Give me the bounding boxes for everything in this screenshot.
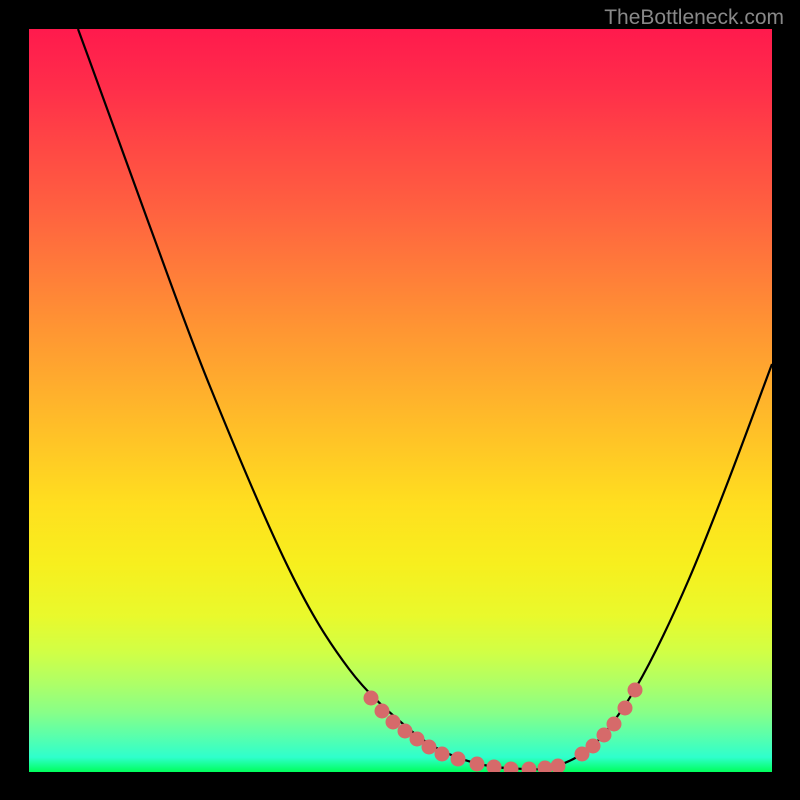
curve-marker <box>470 757 485 772</box>
curve-marker <box>607 717 622 732</box>
curve-marker <box>386 715 401 730</box>
marker-group-right <box>575 683 643 762</box>
curve-marker <box>451 752 466 767</box>
curve-marker <box>618 701 633 716</box>
marker-group-bottom <box>470 757 566 773</box>
curve-marker <box>422 740 437 755</box>
curve-marker <box>586 739 601 754</box>
chart-svg <box>29 29 772 772</box>
watermark-text: TheBottleneck.com <box>604 6 784 30</box>
curve-marker <box>504 762 519 773</box>
curve-marker <box>522 762 537 773</box>
curve-marker <box>538 761 553 773</box>
curve-marker <box>487 760 502 773</box>
curve-marker <box>551 759 566 773</box>
curve-marker <box>435 747 450 762</box>
curve-marker <box>364 691 379 706</box>
curve-marker <box>628 683 643 698</box>
curve-marker <box>375 704 390 719</box>
bottleneck-curve <box>78 29 772 769</box>
